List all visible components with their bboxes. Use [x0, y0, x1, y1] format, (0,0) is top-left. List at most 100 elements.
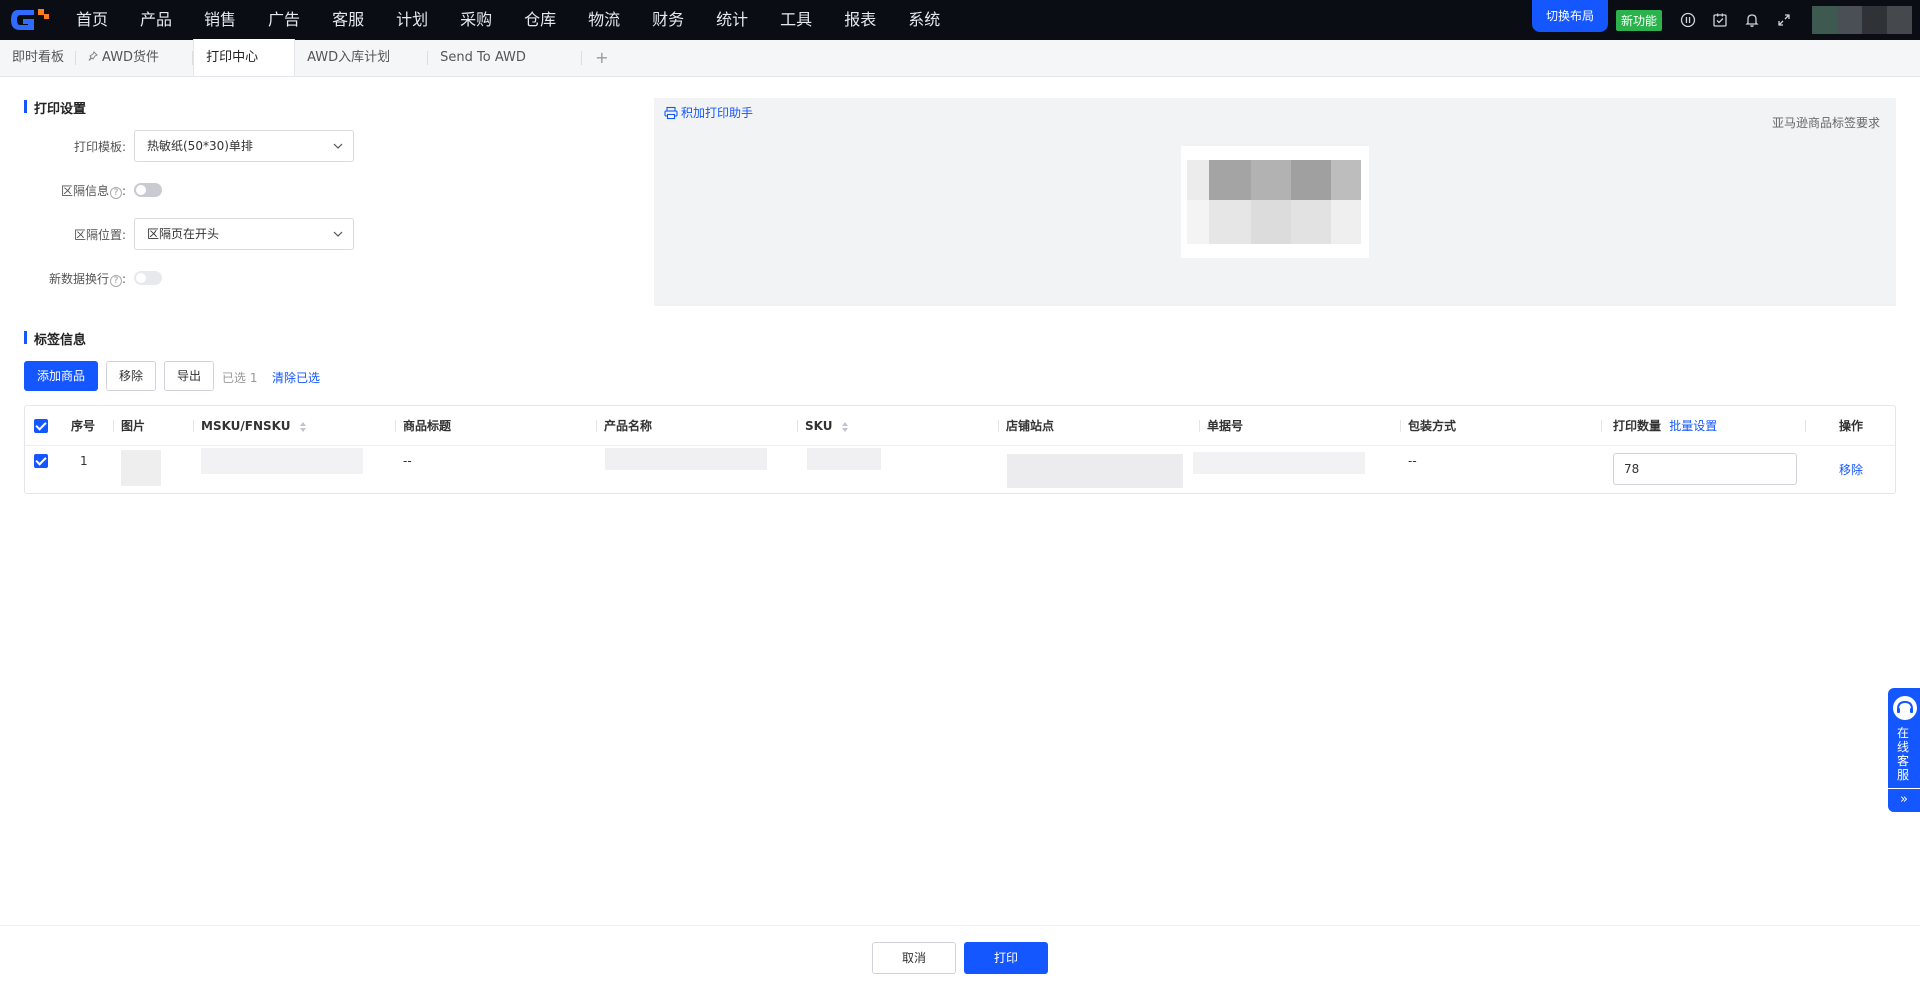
nav-tools[interactable]: 工具 — [764, 0, 828, 40]
nav-purchase[interactable]: 采购 — [444, 0, 508, 40]
pause-icon[interactable] — [1678, 10, 1698, 30]
column-divider — [797, 420, 798, 432]
col-qty-label: 打印数量 — [1613, 419, 1662, 433]
nav-ads[interactable]: 广告 — [252, 0, 316, 40]
col-shop: 店铺站点 — [1006, 419, 1055, 433]
user-avatar[interactable] — [1812, 6, 1912, 34]
column-divider — [1400, 420, 1401, 432]
separator-position-select[interactable]: 区隔页在开头 — [134, 218, 354, 250]
batch-set-link[interactable]: 批量设置 — [1669, 419, 1717, 433]
new-feature-badge[interactable]: 新功能 — [1615, 9, 1662, 31]
column-divider — [1199, 420, 1200, 432]
remove-button[interactable]: 移除 — [106, 361, 156, 391]
row-index: 1 — [80, 454, 88, 468]
template-label: 打印模板: — [73, 140, 126, 154]
tab-label: 打印中心 — [206, 49, 259, 65]
nav-plan[interactable]: 计划 — [380, 0, 444, 40]
tab-label: Send To AWD — [440, 49, 526, 65]
nav-statistics[interactable]: 统计 — [700, 0, 764, 40]
main-menu: 首页 产品 销售 广告 客服 计划 采购 仓库 物流 财务 统计 工具 报表 系… — [60, 0, 956, 40]
footer-divider — [0, 925, 1920, 926]
separator-info-text: 区隔信息 — [60, 184, 109, 198]
service-label: 在线客服 — [1897, 726, 1910, 782]
separator-info-toggle[interactable] — [134, 183, 162, 197]
product-thumbnail[interactable] — [121, 450, 161, 486]
tab-instant-board[interactable]: 即时看板 — [0, 39, 77, 76]
selected-count: 已选 1 — [222, 371, 258, 385]
help-icon[interactable]: ? — [109, 187, 122, 199]
fullscreen-icon[interactable] — [1774, 10, 1794, 30]
tab-bar: 即时看板 AWD货件 打印中心 AWD入库计划 Send To AWD + — [0, 39, 1920, 77]
nav-sales[interactable]: 销售 — [188, 0, 252, 40]
col-image: 图片 — [121, 419, 146, 433]
nav-warehouse[interactable]: 仓库 — [508, 0, 572, 40]
separator-position-label: 区隔位置: — [73, 228, 126, 242]
column-divider — [1601, 420, 1602, 432]
print-assistant-link[interactable]: 积加打印助手 — [664, 104, 753, 121]
print-qty-input[interactable]: 78 — [1613, 453, 1797, 485]
add-tab-button[interactable]: + — [582, 40, 622, 76]
nav-home[interactable]: 首页 — [60, 0, 124, 40]
tab-awd-shipment[interactable]: AWD货件 — [76, 39, 194, 76]
row-checkbox[interactable] — [34, 454, 48, 468]
print-settings-title: 打印设置 — [24, 98, 86, 117]
help-icon[interactable]: ? — [109, 275, 122, 287]
chevron-down-icon — [333, 143, 343, 149]
row-packing: -- — [1408, 454, 1417, 468]
clear-selected-link[interactable]: 清除已选 — [272, 369, 320, 386]
nav-service[interactable]: 客服 — [316, 0, 380, 40]
shop-value — [1007, 454, 1183, 488]
column-divider — [998, 420, 999, 432]
export-button[interactable]: 导出 — [164, 361, 214, 391]
amazon-label-requirements-link[interactable]: 亚马逊商品标签要求 — [1772, 114, 1880, 131]
service-avatar-icon — [1893, 696, 1917, 720]
col-action: 操作 — [1839, 419, 1864, 433]
col-msku[interactable]: MSKU/FNSKU — [201, 406, 307, 446]
select-all-checkbox[interactable] — [34, 419, 48, 433]
nav-system[interactable]: 系统 — [892, 0, 956, 40]
print-assistant-text: 积加打印助手 — [681, 106, 754, 120]
nav-logistics[interactable]: 物流 — [572, 0, 636, 40]
col-packing: 包装方式 — [1408, 419, 1457, 433]
new-line-toggle[interactable] — [134, 271, 162, 285]
new-line-text: 新数据换行 — [48, 272, 109, 286]
separator-info-label: 区隔信息?: — [16, 182, 126, 199]
label-colon: : — [121, 184, 126, 198]
calendar-check-icon[interactable] — [1710, 10, 1730, 30]
order-no-value — [1193, 452, 1365, 474]
row-remove-link[interactable]: 移除 — [1839, 461, 1863, 478]
col-title: 商品标题 — [403, 419, 452, 433]
tab-send-to-awd[interactable]: Send To AWD — [428, 39, 582, 76]
tab-print-center[interactable]: 打印中心 — [193, 39, 296, 76]
col-msku-label: MSKU/FNSKU — [201, 419, 291, 433]
label-preview: 积加打印助手 亚马逊商品标签要求 — [654, 98, 1896, 306]
col-sku[interactable]: SKU — [805, 406, 849, 446]
template-select[interactable]: 热敏纸(50*30)单排 — [134, 130, 354, 162]
top-nav: 首页 产品 销售 广告 客服 计划 采购 仓库 物流 财务 统计 工具 报表 系… — [0, 0, 1920, 40]
label-info-title: 标签信息 — [24, 329, 86, 348]
add-product-button[interactable]: 添加商品 — [24, 361, 98, 391]
cancel-button[interactable]: 取消 — [872, 942, 956, 974]
nav-product[interactable]: 产品 — [124, 0, 188, 40]
switch-layout-button[interactable]: 切换布局 — [1531, 0, 1608, 32]
column-divider — [113, 420, 114, 432]
tab-label: 即时看板 — [12, 49, 65, 65]
col-product-name: 产品名称 — [604, 419, 653, 433]
row-title: -- — [403, 454, 412, 468]
sort-icon[interactable] — [841, 421, 849, 433]
product-name-value — [605, 448, 767, 470]
online-service-widget[interactable]: 在线客服 » — [1888, 688, 1920, 812]
column-divider — [1805, 420, 1806, 432]
pin-icon[interactable] — [88, 40, 98, 76]
nav-reports[interactable]: 报表 — [828, 0, 892, 40]
print-button[interactable]: 打印 — [964, 942, 1048, 974]
expand-icon[interactable]: » — [1888, 788, 1920, 812]
sort-icon[interactable] — [299, 421, 307, 433]
nav-finance[interactable]: 财务 — [636, 0, 700, 40]
new-line-label: 新数据换行?: — [16, 270, 126, 287]
tab-awd-inbound-plan[interactable]: AWD入库计划 — [295, 39, 429, 76]
logo[interactable] — [0, 0, 60, 40]
col-qty: 打印数量 批量设置 — [1613, 406, 1717, 446]
bell-icon[interactable] — [1742, 10, 1762, 30]
tab-label: AWD货件 — [102, 49, 160, 65]
